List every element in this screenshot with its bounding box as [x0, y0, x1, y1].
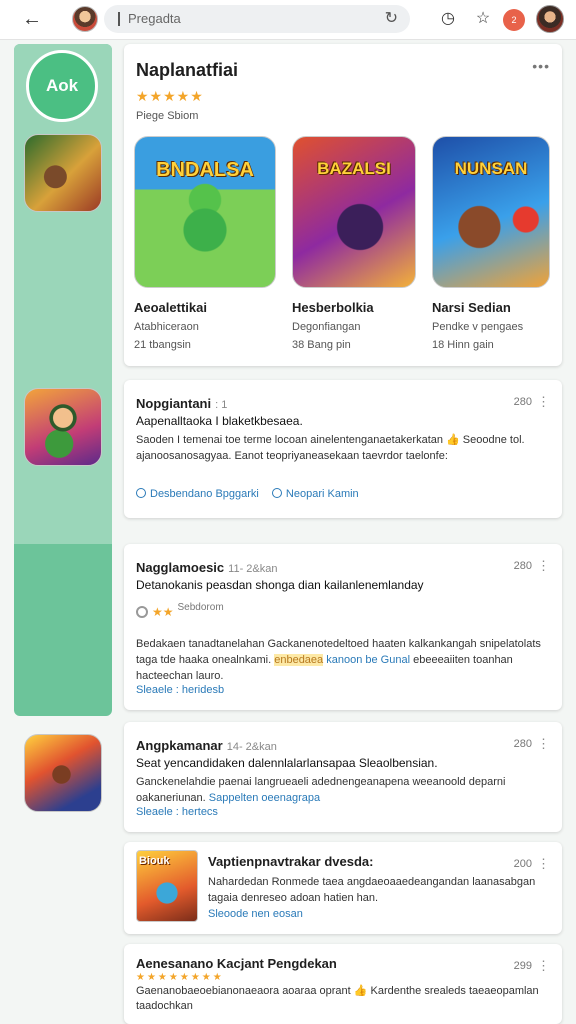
review-menu-icon[interactable]: ⋮ [537, 736, 550, 752]
review-actions: Desbendano Bpggarki Neopari Kamin [136, 488, 369, 500]
reply-icon [136, 488, 146, 498]
rail-app-icon-2[interactable] [24, 388, 102, 466]
bottom-menu-icon[interactable]: ⋮ [537, 958, 550, 974]
back-arrow-icon[interactable]: ← [20, 8, 44, 30]
review-body: Saoden I temenai toe terme locoan ainele… [136, 434, 525, 462]
promo-body-text: Nahardedan Ronmede taea angdaeoaaedeanga… [208, 876, 536, 904]
review-date: : 1 [215, 399, 228, 411]
more-options-icon[interactable]: ••• [532, 58, 550, 74]
app-tile[interactable]: BNDALSA Aeoalettikai Atabhiceraon 21 tba… [134, 136, 276, 351]
helpful-icon [271, 488, 282, 498]
rail-app-icon-3[interactable] [24, 734, 102, 812]
review-date: 11- 2&kan [228, 563, 278, 575]
history-icon[interactable]: ◷ [437, 8, 459, 30]
app-tile-meta: 18 Hinn gain [432, 339, 494, 351]
reload-icon[interactable]: ↻ [385, 5, 398, 33]
app-tile-image[interactable]: BNDALSA [134, 136, 276, 288]
featured-title: Naplanatfiai [136, 60, 239, 80]
promo-body: Nahardedan Ronmede taea angdaeoaaedeanga… [208, 874, 548, 922]
bottom-stars: ★★★★★★★★ [136, 972, 224, 983]
app-tile-developer: Atabhiceraon [134, 321, 199, 333]
rail-app-icon-1[interactable] [24, 134, 102, 212]
promo-count: 200 [513, 858, 532, 870]
rating-subtext: Sebdorom [177, 602, 224, 613]
bottom-card: Aenesanano Kacjant Pengdekan ★★★★★★★★ 29… [124, 944, 562, 1024]
bottom-body: Gaenanobaeoebianonaeaora aoaraa oprant 👍… [136, 985, 539, 1012]
app-tile-name[interactable]: Hesberbolkia [292, 300, 416, 315]
review-action-label[interactable]: Sleaele : hertecs [136, 806, 218, 818]
review-menu-icon[interactable]: ⋮ [537, 394, 550, 410]
promo-card[interactable]: Biouk Vaptienpnavtrakar dvesda: 200 ⋮ Na… [124, 842, 562, 934]
featured-card: Naplanatfiai ••• ★★★★★ Piege Sbiom BNDAL… [124, 44, 562, 366]
review-menu-icon[interactable]: ⋮ [537, 558, 550, 574]
app-tile-logo: BAZALSI [317, 159, 391, 178]
review-card: Angpkamanar 14- 2&kan 280 ⋮ Seat yencandi… [124, 722, 562, 832]
app-tile-meta: 21 tbangsin [134, 339, 191, 351]
review-date: 14- 2&kan [226, 741, 277, 753]
review-inline-link[interactable]: kanoon be Gunal [326, 654, 410, 666]
promo-thumbnail[interactable]: Biouk [136, 850, 198, 922]
review-body-text: Ganckenelahdie paenai langrueaeli adedne… [136, 776, 506, 804]
review-action-label: Neopari Kamin [285, 488, 359, 500]
app-tile[interactable]: BAZALSI Hesberbolkia Degonfiangan 38 Ban… [292, 136, 416, 351]
review-count: 280 [513, 738, 532, 750]
promo-title: Vaptienpnavtrakar dvesda: [208, 854, 374, 869]
review-rating: ★★ Sebdorom [136, 602, 224, 619]
promo-thumbnail-text: Biouk [139, 855, 170, 867]
review-header: Nagglamoesic 11- 2&kan [136, 560, 277, 575]
bottom-count: 299 [513, 960, 532, 972]
address-bar-text: Pregadta [128, 11, 181, 26]
app-tile-image[interactable]: NUNSAN [432, 136, 550, 288]
review-header: Nopgiantani : 1 [136, 396, 227, 411]
browser-toolbar: ← Pregadta ↻ ◷ ☆ 2 [0, 0, 576, 40]
review-header: Angpkamanar 14- 2&kan [136, 738, 277, 753]
app-tile-name[interactable]: Narsi Sedian [432, 300, 550, 315]
app-tile-meta: 38 Bang pin [292, 339, 351, 351]
address-bar[interactable]: Pregadta ↻ [104, 5, 410, 33]
review-count: 280 [513, 396, 532, 408]
rating-ring-icon [136, 606, 148, 618]
app-badge[interactable]: Aok [26, 50, 98, 122]
review-title: Detanokanis peasdan shonga dian kailanle… [136, 578, 424, 592]
review-action-1[interactable]: Desbendano Bpggarki [136, 488, 259, 500]
profile-avatar-left[interactable] [72, 6, 98, 32]
review-body: Ganckenelahdie paenai langrueaeli adedne… [136, 774, 546, 806]
review-action-label[interactable]: Sleaele : heridesb [136, 684, 224, 696]
review-author[interactable]: Angpkamanar [136, 738, 223, 753]
review-body: Bedakaen tanadtanelahan Gackanenotedelto… [136, 636, 546, 684]
review-inline-link[interactable]: Sappelten oeenagrapa [209, 792, 320, 804]
review-title: Seat yencandidaken dalennlalarlansapaa S… [136, 756, 438, 770]
review-highlight: enbedaea [274, 654, 324, 666]
review-count: 280 [513, 560, 532, 572]
rating-stars: ★★ [152, 605, 174, 619]
featured-subtitle: Piege Sbiom [136, 110, 199, 122]
review-title: Aapenalltaoka I blaketkbesaea. [136, 414, 303, 428]
review-actions[interactable]: Sleaele : hertecs [136, 806, 218, 818]
review-card: Nopgiantani : 1 280 ⋮ Aapenalltaoka I bla… [124, 380, 562, 518]
review-author[interactable]: Nopgiantani [136, 396, 211, 411]
app-tile-logo: NUNSAN [454, 159, 528, 178]
bottom-title: Aenesanano Kacjant Pengdekan [136, 956, 337, 971]
promo-menu-icon[interactable]: ⋮ [537, 856, 550, 872]
review-action-2[interactable]: Neopari Kamin [271, 488, 359, 500]
app-tile-name[interactable]: Aeoalettikai [134, 300, 276, 315]
app-tile[interactable]: NUNSAN Narsi Sedian Pendke v pengaes 18 … [432, 136, 550, 351]
review-actions[interactable]: Sleaele : heridesb [136, 684, 224, 696]
review-card: Nagglamoesic 11- 2&kan 280 ⋮ Detanokanis … [124, 544, 562, 710]
promo-link[interactable]: Sleoode nen eosan [208, 908, 303, 920]
review-action-label: Desbendano Bpggarki [150, 488, 259, 500]
featured-stars: ★★★★★ [136, 88, 204, 104]
app-tile-developer: Degonfiangan [292, 321, 361, 333]
app-tile-logo: BNDALSA [156, 159, 254, 181]
extensions-icon[interactable]: ☆ [472, 8, 494, 30]
review-author[interactable]: Nagglamoesic [136, 560, 224, 575]
app-tile-developer: Pendke v pengaes [432, 321, 524, 333]
profile-avatar-right[interactable] [536, 5, 564, 33]
notification-badge[interactable]: 2 [503, 9, 525, 31]
app-tile-image[interactable]: BAZALSI [292, 136, 416, 288]
text-cursor [118, 12, 120, 26]
